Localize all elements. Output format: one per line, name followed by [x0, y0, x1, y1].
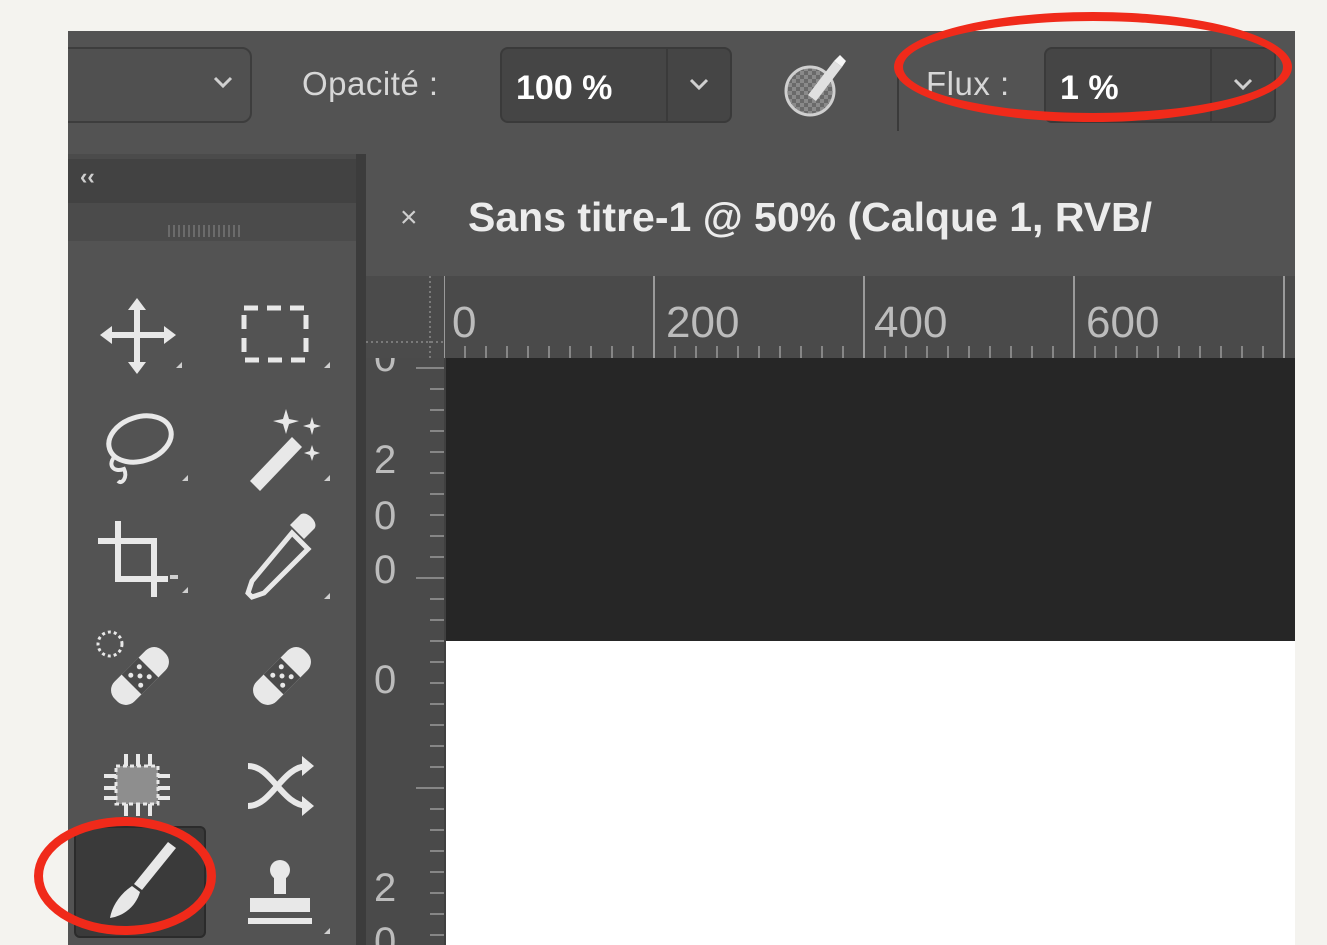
- horizontal-ruler[interactable]: 0 200 400 600: [444, 276, 1295, 358]
- move-tool[interactable]: [88, 286, 188, 386]
- opacity-value[interactable]: 100 %: [516, 69, 612, 108]
- tools-panel-header: [68, 159, 356, 203]
- brush-mode-dropdown[interactable]: [68, 47, 252, 123]
- close-tab-icon[interactable]: ×: [400, 201, 418, 235]
- rectangular-marquee-icon: [241, 305, 330, 368]
- ruler-label: 0: [374, 920, 397, 945]
- field-divider: [666, 49, 668, 121]
- marquee-tool[interactable]: [230, 286, 330, 386]
- opacity-label: Opacité :: [302, 65, 439, 102]
- ruler-label: 400: [874, 298, 948, 347]
- ruler-label: 200: [666, 298, 740, 347]
- ruler-label: 2: [374, 438, 397, 482]
- crop-icon: [98, 521, 188, 597]
- magic-wand-icon: [250, 409, 330, 491]
- ruler-label: 0: [374, 658, 397, 702]
- lasso-tool[interactable]: [88, 399, 188, 499]
- document-tab-title[interactable]: Sans titre-1 @ 50% (Calque 1, RVB/: [468, 194, 1152, 241]
- ruler-origin[interactable]: [366, 276, 445, 358]
- healing-brush-tool[interactable]: [230, 624, 330, 724]
- stamp-icon: [248, 860, 330, 934]
- chevron-down-icon[interactable]: [688, 76, 710, 92]
- flow-highlight-ring: [894, 12, 1292, 122]
- move-icon: [100, 298, 182, 374]
- spot-healing-tool[interactable]: [88, 624, 188, 724]
- airbrush-icon[interactable]: [780, 51, 850, 121]
- vertical-ruler[interactable]: 0 2 0 0 0 2 0: [366, 358, 444, 945]
- ruler-label: 0: [374, 548, 397, 592]
- opacity-field[interactable]: 100 %: [500, 47, 732, 123]
- ruler-label: 600: [1086, 298, 1160, 347]
- panel-grip[interactable]: [168, 225, 242, 237]
- ruler-label: 0: [374, 358, 397, 380]
- chevron-down-icon: [213, 76, 233, 89]
- shuffle-arrows-icon: [247, 756, 314, 816]
- lasso-icon: [106, 413, 188, 484]
- eyedropper-tool[interactable]: [230, 511, 330, 611]
- ruler-label: 0: [374, 494, 397, 538]
- ruler-ticks: [444, 276, 1285, 358]
- canvas-white-region[interactable]: [446, 641, 1295, 945]
- ruler-origin-dots: [366, 276, 444, 358]
- ruler-label: 2: [374, 866, 397, 910]
- bandage-icon: [253, 647, 311, 705]
- crop-tool[interactable]: [88, 511, 188, 611]
- brush-highlight-ring: [34, 817, 216, 935]
- clone-stamp-tool[interactable]: [230, 846, 330, 945]
- magic-wand-tool[interactable]: [230, 399, 330, 499]
- ruler-label: 0: [452, 298, 477, 347]
- spot-healing-bandage-icon: [96, 630, 169, 705]
- eyedropper-icon: [245, 513, 330, 600]
- content-aware-move-tool[interactable]: [230, 736, 330, 836]
- canvas-dark-region[interactable]: [446, 358, 1295, 641]
- panel-divider: [356, 154, 366, 945]
- collapse-panel-icon[interactable]: ‹‹: [80, 164, 95, 190]
- photoshop-window: Opacité : 100 % Flux : 1 % ‹‹ × Sans tit…: [68, 31, 1295, 945]
